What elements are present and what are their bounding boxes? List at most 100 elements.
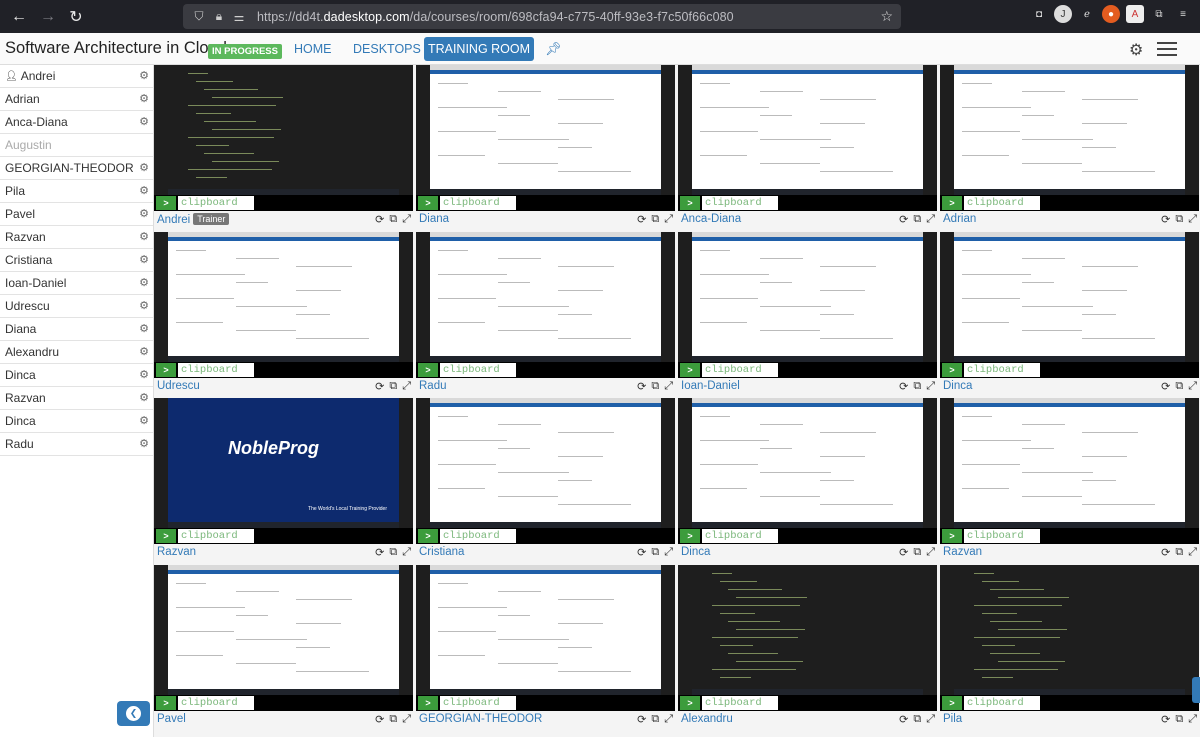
clipboard-send-button[interactable]: > bbox=[418, 363, 438, 377]
desktop-owner-name[interactable]: Razvan bbox=[157, 546, 196, 558]
fullscreen-icon[interactable]: ⤢ bbox=[926, 713, 935, 726]
desktop-owner-name[interactable]: Diana bbox=[419, 213, 449, 225]
gear-icon[interactable]: ⚙ bbox=[139, 69, 149, 82]
clipboard-input[interactable]: clipboard bbox=[702, 529, 778, 543]
fullscreen-icon[interactable]: ⤢ bbox=[664, 546, 673, 559]
clipboard-input[interactable]: clipboard bbox=[440, 696, 516, 710]
open-external-icon[interactable]: ⧉ bbox=[1175, 546, 1183, 559]
gear-icon[interactable]: ⚙ bbox=[139, 391, 149, 404]
sidebar-user-item[interactable]: Anca-Diana ⚙ bbox=[0, 111, 153, 134]
desktop-owner-name[interactable]: GEORGIAN-THEODOR bbox=[419, 713, 542, 725]
fullscreen-icon[interactable]: ⤢ bbox=[926, 213, 935, 226]
clipboard-input[interactable]: clipboard bbox=[964, 696, 1040, 710]
forward-arrow-icon[interactable]: → bbox=[34, 3, 62, 31]
fullscreen-icon[interactable]: ⤢ bbox=[1188, 380, 1197, 393]
open-external-icon[interactable]: ⧉ bbox=[913, 713, 921, 726]
gear-icon[interactable]: ⚙ bbox=[139, 437, 149, 450]
open-external-icon[interactable]: ⧉ bbox=[651, 713, 659, 726]
reload-icon[interactable]: ↻ bbox=[62, 3, 90, 31]
sidebar-user-item[interactable]: Adrian ⚙ bbox=[0, 88, 153, 111]
sidebar-user-item[interactable]: Cristiana ⚙ bbox=[0, 249, 153, 272]
desktop-screen-thumbnail[interactable] bbox=[940, 232, 1199, 362]
sidebar-user-item[interactable]: Razvan ⚙ bbox=[0, 387, 153, 410]
desktop-owner-name[interactable]: Pila bbox=[943, 713, 962, 725]
clipboard-send-button[interactable]: > bbox=[156, 696, 176, 710]
open-external-icon[interactable]: ⧉ bbox=[389, 213, 397, 226]
open-external-icon[interactable]: ⧉ bbox=[913, 380, 921, 393]
desktop-screen-thumbnail[interactable] bbox=[940, 398, 1199, 528]
sidebar-user-item[interactable]: Augustin bbox=[0, 134, 153, 157]
gear-icon[interactable]: ⚙ bbox=[139, 299, 149, 312]
desktop-screen-thumbnail[interactable] bbox=[416, 65, 675, 195]
clipboard-input[interactable]: clipboard bbox=[964, 529, 1040, 543]
clipboard-input[interactable]: clipboard bbox=[964, 196, 1040, 210]
fullscreen-icon[interactable]: ⤢ bbox=[926, 546, 935, 559]
desktop-screen-thumbnail[interactable] bbox=[940, 565, 1199, 695]
desktop-screen-thumbnail[interactable] bbox=[154, 232, 413, 362]
open-external-icon[interactable]: ⧉ bbox=[1175, 380, 1183, 393]
clipboard-send-button[interactable]: > bbox=[418, 696, 438, 710]
cogs-icon[interactable]: ⚙ bbox=[1129, 40, 1143, 60]
open-external-icon[interactable]: ⧉ bbox=[389, 546, 397, 559]
fullscreen-icon[interactable]: ⤢ bbox=[402, 213, 411, 226]
browser-menu-icon[interactable]: ≡ bbox=[1174, 5, 1192, 23]
desktop-screen-thumbnail[interactable] bbox=[940, 65, 1199, 195]
desktop-owner-name[interactable]: Andrei Trainer bbox=[157, 213, 230, 226]
desktop-owner-name[interactable]: Udrescu bbox=[157, 380, 200, 392]
sidebar-user-item[interactable]: Pavel ⚙ bbox=[0, 203, 153, 226]
desktop-screen-thumbnail[interactable] bbox=[678, 565, 937, 695]
gear-icon[interactable]: ⚙ bbox=[139, 368, 149, 381]
fullscreen-icon[interactable]: ⤢ bbox=[1188, 213, 1197, 226]
scroll-handle[interactable] bbox=[1192, 677, 1200, 703]
gear-icon[interactable]: ⚙ bbox=[139, 276, 149, 289]
desktop-screen-thumbnail[interactable] bbox=[678, 232, 937, 362]
clipboard-send-button[interactable]: > bbox=[942, 529, 962, 543]
gear-icon[interactable]: ⚙ bbox=[139, 184, 149, 197]
open-external-icon[interactable]: ⧉ bbox=[389, 713, 397, 726]
clipboard-input[interactable]: clipboard bbox=[178, 196, 254, 210]
desktop-screen-thumbnail[interactable]: NobleProg The World's Local Training Prov… bbox=[154, 398, 413, 528]
open-external-icon[interactable]: ⧉ bbox=[651, 380, 659, 393]
collapse-sidebar-button[interactable]: ❮ bbox=[117, 701, 150, 726]
refresh-icon[interactable]: ⟳ bbox=[899, 380, 908, 393]
refresh-icon[interactable]: ⟳ bbox=[899, 546, 908, 559]
clipboard-send-button[interactable]: > bbox=[680, 696, 700, 710]
desktop-screen-thumbnail[interactable] bbox=[416, 565, 675, 695]
open-external-icon[interactable]: ⧉ bbox=[389, 380, 397, 393]
fullscreen-icon[interactable]: ⤢ bbox=[402, 380, 411, 393]
gear-icon[interactable]: ⚙ bbox=[139, 322, 149, 335]
clipboard-input[interactable]: clipboard bbox=[964, 363, 1040, 377]
gear-icon[interactable]: ⚙ bbox=[139, 92, 149, 105]
refresh-icon[interactable]: ⟳ bbox=[637, 213, 646, 226]
desktop-screen-thumbnail[interactable] bbox=[416, 232, 675, 362]
refresh-icon[interactable]: ⟳ bbox=[375, 713, 384, 726]
sidebar-user-item[interactable]: Dinca ⚙ bbox=[0, 410, 153, 433]
clipboard-input[interactable]: clipboard bbox=[702, 696, 778, 710]
fullscreen-icon[interactable]: ⤢ bbox=[1188, 546, 1197, 559]
desktop-owner-name[interactable]: Razvan bbox=[943, 546, 982, 558]
clipboard-send-button[interactable]: > bbox=[156, 363, 176, 377]
fullscreen-icon[interactable]: ⤢ bbox=[664, 380, 673, 393]
extensions-puzzle-icon[interactable]: ⧉ bbox=[1150, 5, 1168, 23]
extension-icon-1[interactable]: ℯ bbox=[1078, 5, 1096, 23]
desktop-owner-name[interactable]: Adrian bbox=[943, 213, 976, 225]
sidebar-user-item[interactable]: Pila ⚙ bbox=[0, 180, 153, 203]
refresh-icon[interactable]: ⟳ bbox=[1161, 380, 1170, 393]
clipboard-input[interactable]: clipboard bbox=[702, 363, 778, 377]
refresh-icon[interactable]: ⟳ bbox=[899, 713, 908, 726]
extension-icon-3[interactable]: A bbox=[1126, 5, 1144, 23]
refresh-icon[interactable]: ⟳ bbox=[375, 213, 384, 226]
clipboard-send-button[interactable]: > bbox=[942, 363, 962, 377]
open-external-icon[interactable]: ⧉ bbox=[1175, 213, 1183, 226]
desktop-screen-thumbnail[interactable] bbox=[154, 565, 413, 695]
fullscreen-icon[interactable]: ⤢ bbox=[664, 713, 673, 726]
sidebar-user-item[interactable]: Diana ⚙ bbox=[0, 318, 153, 341]
open-external-icon[interactable]: ⧉ bbox=[1175, 713, 1183, 726]
clipboard-send-button[interactable]: > bbox=[680, 196, 700, 210]
sidebar-user-item[interactable]: Razvan ⚙ bbox=[0, 226, 153, 249]
sidebar-user-item[interactable]: 👤︎ Andrei ⚙ bbox=[0, 65, 153, 88]
refresh-icon[interactable]: ⟳ bbox=[637, 713, 646, 726]
gear-icon[interactable]: ⚙ bbox=[139, 115, 149, 128]
pin-icon[interactable]: 📌︎ bbox=[545, 41, 562, 57]
sidebar-user-item[interactable]: GEORGIAN-THEODOR ⚙ bbox=[0, 157, 153, 180]
